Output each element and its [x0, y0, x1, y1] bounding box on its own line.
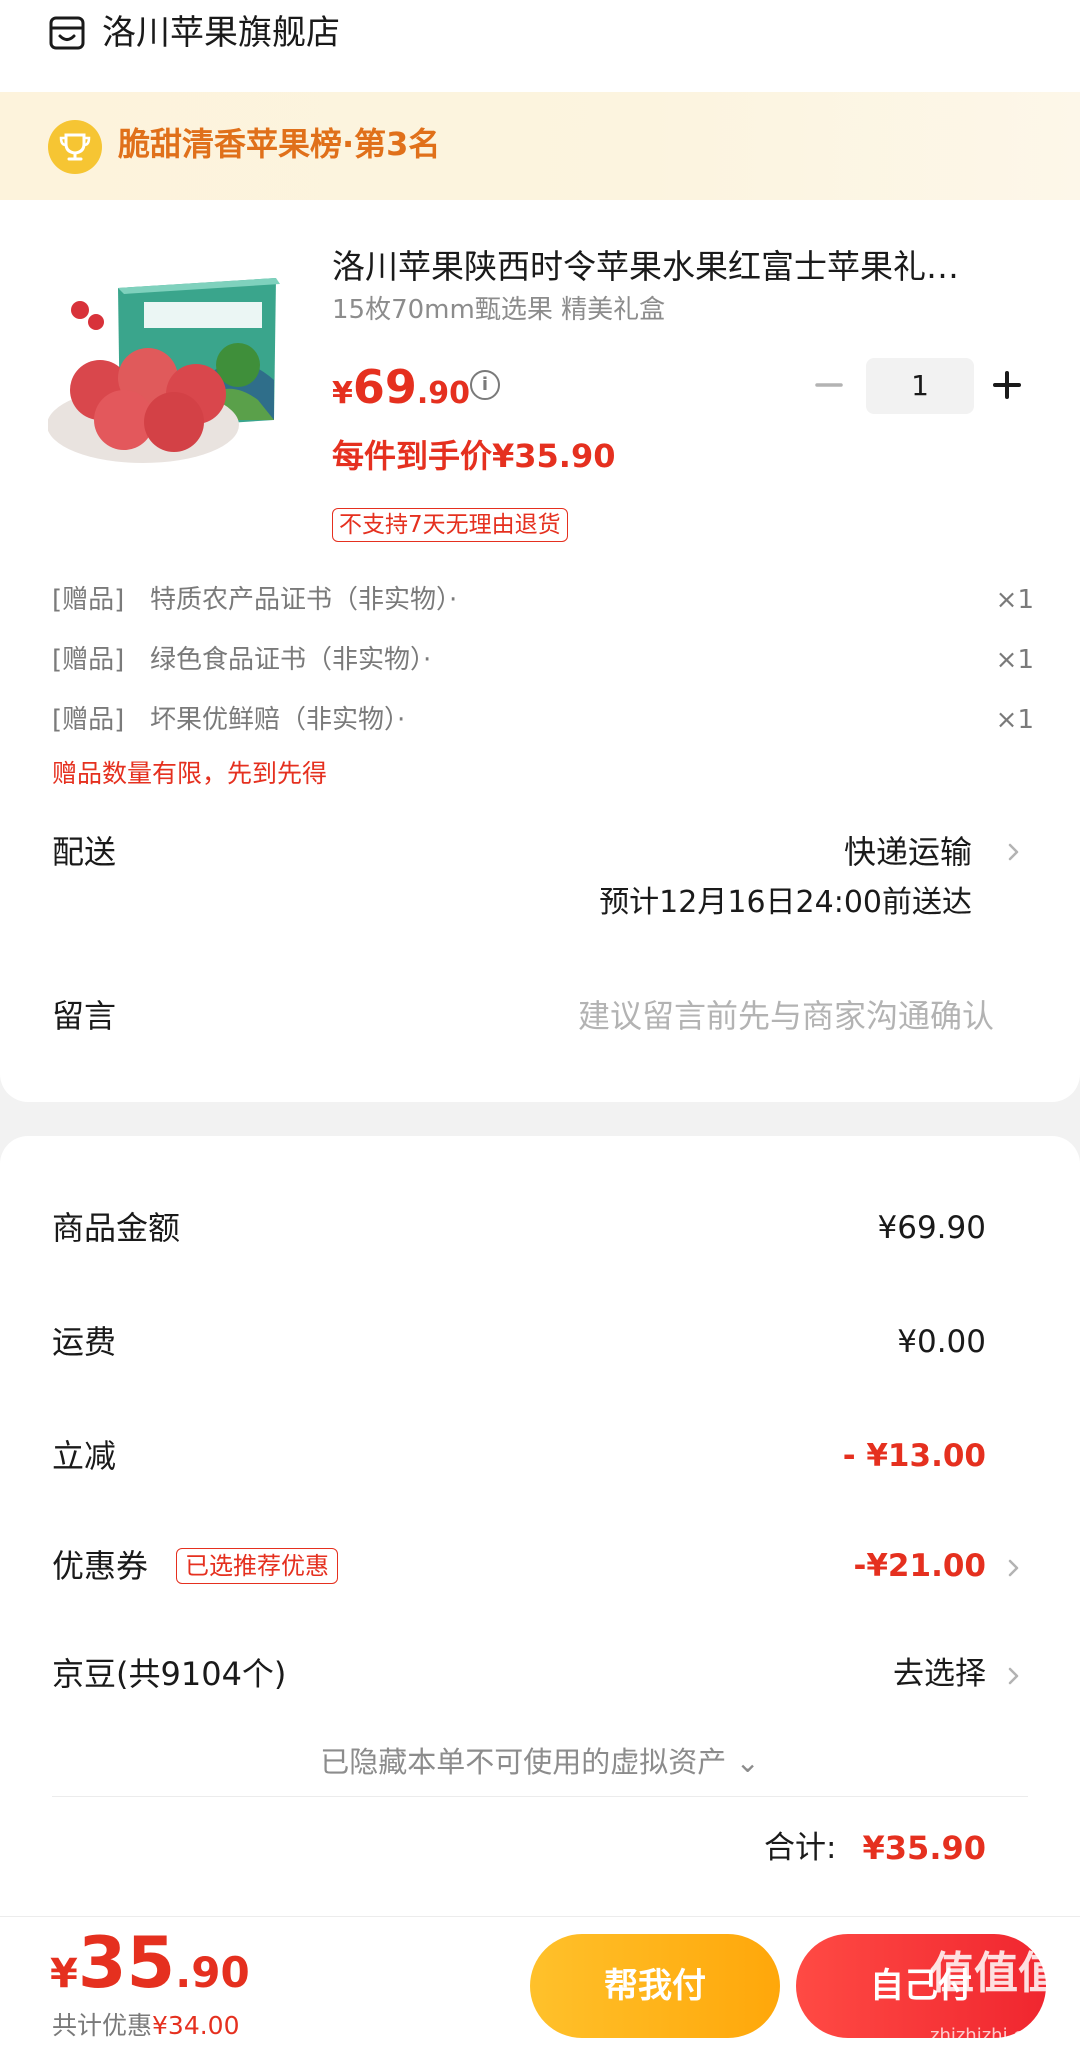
info-icon[interactable]: i — [470, 370, 500, 400]
total-savings: 共计优惠¥34.00 — [52, 2008, 240, 2044]
watermark-url: zhizhizhi.com — [930, 2025, 1052, 2046]
message-label: 留言 — [52, 997, 117, 1035]
final-unit-price: 每件到手价¥35.90 — [332, 437, 616, 475]
chevron-right-icon[interactable] — [1004, 842, 1024, 862]
savings-amount: ¥34.00 — [152, 2011, 240, 2040]
freight-label: 运费 — [52, 1323, 117, 1361]
checkout-price-integer: 35 — [77, 1922, 176, 2004]
gift-notice: 赠品数量有限，先到先得 — [52, 759, 328, 788]
store-icon — [49, 16, 85, 50]
price-currency: ¥ — [332, 376, 353, 411]
product-title[interactable]: 洛川苹果陕西时令苹果水果红富士苹果礼… — [332, 244, 1022, 290]
price-integer: 69 — [352, 360, 417, 414]
freight-value: ¥0.00 — [897, 1324, 986, 1360]
checkout-price: ¥35.90 — [50, 1922, 250, 2004]
chevron-right-icon[interactable] — [1004, 1666, 1024, 1686]
checkout-price-decimal: .90 — [175, 1948, 250, 1997]
help-me-pay-button[interactable]: 帮我付 — [530, 1934, 780, 2038]
unit-price: ¥69.90 — [332, 360, 470, 414]
rank-text: 脆甜清香苹果榜·第3名 — [118, 125, 441, 163]
goods-amount-value: ¥69.90 — [877, 1210, 986, 1246]
gift-item: [赠品] 绿色食品证书（非实物）· ×1 — [52, 640, 1034, 680]
gift-name: 绿色食品证书（非实物）· — [150, 645, 432, 675]
gift-item: [赠品] 坏果优鲜赔（非实物）· ×1 — [52, 700, 1034, 740]
jd-beans-label[interactable]: 京豆(共9104个) — [52, 1652, 286, 1696]
gift-quantity: ×1 — [995, 645, 1034, 675]
hidden-assets-toggle[interactable]: 已隐藏本单不可使用的虚拟资产 ⌄ — [0, 1742, 1080, 1782]
decrease-quantity-button[interactable] — [812, 368, 846, 402]
trophy-icon — [48, 120, 102, 174]
price-decimal: .90 — [416, 376, 471, 411]
quantity-field[interactable]: 1 — [866, 358, 974, 414]
coupon-label[interactable]: 优惠券 — [52, 1544, 148, 1588]
coupon-value[interactable]: -¥21.00 — [854, 1544, 987, 1588]
increase-quantity-button[interactable] — [990, 368, 1024, 402]
gift-tag: [赠品] — [52, 585, 125, 615]
delivery-method[interactable]: 快递运输 — [844, 830, 972, 874]
jd-beans-select[interactable]: 去选择 — [893, 1652, 986, 1696]
gift-name: 坏果优鲜赔（非实物）· — [150, 705, 406, 735]
instant-discount-label: 立减 — [52, 1437, 117, 1475]
delivery-label: 配送 — [52, 833, 117, 871]
return-policy-badge: 不支持7天无理由退货 — [332, 508, 568, 542]
gift-tag: [赠品] — [52, 705, 125, 735]
total-value: ¥35.90 — [862, 1829, 986, 1867]
total-label: 合计: — [764, 1830, 837, 1866]
gift-item: [赠品] 特质农产品证书（非实物）· ×1 — [52, 580, 1034, 620]
delivery-eta: 预计12月16日24:00前送达 — [599, 885, 972, 920]
instant-discount-value: - ¥13.00 — [842, 1438, 986, 1474]
store-name[interactable]: 洛川苹果旗舰店 — [102, 10, 340, 56]
product-spec: 15枚70mm甄选果 精美礼盒 — [332, 295, 666, 325]
product-image[interactable] — [48, 270, 296, 476]
gift-quantity: ×1 — [995, 705, 1034, 735]
price-summary-card — [0, 1136, 1080, 1916]
gift-name: 特质农产品证书（非实物）· — [150, 585, 458, 615]
divider — [52, 1796, 1028, 1797]
savings-prefix: 共计优惠 — [52, 2011, 153, 2040]
message-input[interactable]: 建议留言前先与商家沟通确认 — [578, 994, 994, 1038]
goods-amount-label: 商品金额 — [52, 1209, 181, 1247]
coupon-selected-badge: 已选推荐优惠 — [176, 1548, 338, 1584]
gift-quantity: ×1 — [995, 585, 1034, 615]
ranking-banner[interactable]: 脆甜清香苹果榜·第3名 — [0, 92, 1080, 200]
gift-tag: [赠品] — [52, 645, 125, 675]
store-header[interactable]: 洛川苹果旗舰店 — [0, 0, 1080, 92]
checkout-price-currency: ¥ — [50, 1951, 78, 1997]
chevron-right-icon[interactable] — [1004, 1558, 1024, 1578]
